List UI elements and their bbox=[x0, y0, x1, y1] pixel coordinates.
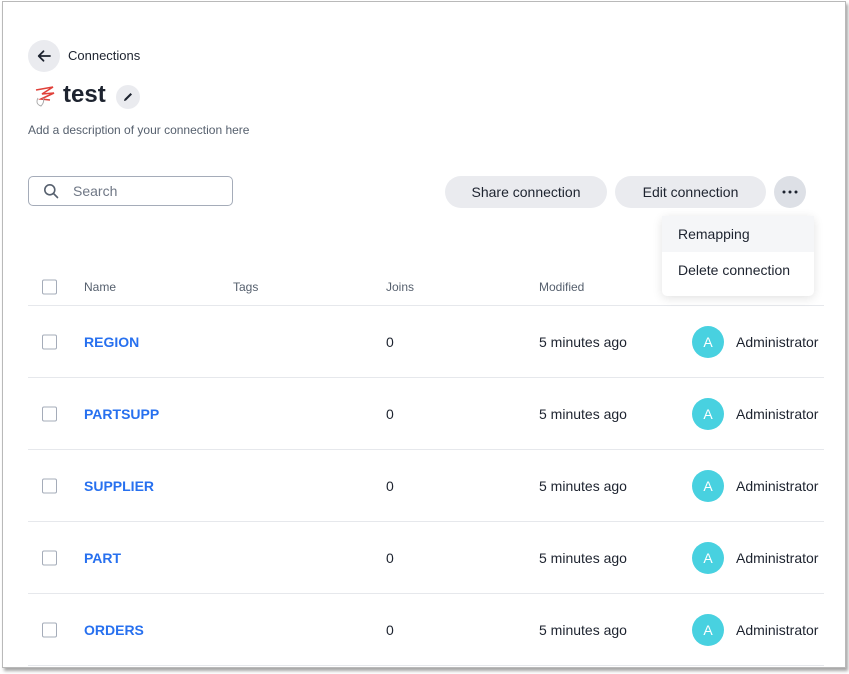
row-checkbox[interactable] bbox=[42, 478, 57, 493]
author-name: Administrator bbox=[736, 477, 819, 494]
table-row: SUPPLIER 0 5 minutes ago A Administrator bbox=[28, 450, 824, 522]
joins-count: 0 bbox=[386, 405, 394, 422]
author: A Administrator bbox=[692, 613, 819, 646]
author: A Administrator bbox=[692, 469, 819, 502]
table-row: PART 0 5 minutes ago A Administrator bbox=[28, 522, 824, 594]
sql-server-icon bbox=[35, 86, 55, 107]
table-name-link[interactable]: SUPPLIER bbox=[84, 478, 154, 494]
joins-count: 0 bbox=[386, 621, 394, 638]
connection-detail-page: Connections test Add a description of yo… bbox=[2, 1, 846, 668]
arrow-left-icon bbox=[37, 50, 51, 62]
column-header-modified[interactable]: Modified bbox=[539, 280, 584, 294]
menu-item-delete-connection[interactable]: Delete connection bbox=[662, 252, 814, 288]
tables-table: Name Tags Joins Modified REGION 0 5 minu… bbox=[28, 268, 824, 666]
joins-count: 0 bbox=[386, 549, 394, 566]
table-row: PARTSUPP 0 5 minutes ago A Administrator bbox=[28, 378, 824, 450]
column-header-name[interactable]: Name bbox=[84, 280, 116, 294]
search-box[interactable] bbox=[28, 176, 233, 206]
row-checkbox[interactable] bbox=[42, 334, 57, 349]
author-name: Administrator bbox=[736, 621, 819, 638]
table-row: REGION 0 5 minutes ago A Administrator bbox=[28, 306, 824, 378]
modified-time: 5 minutes ago bbox=[539, 549, 627, 566]
edit-name-button[interactable] bbox=[116, 85, 140, 109]
search-icon bbox=[44, 184, 59, 199]
table-name-link[interactable]: PARTSUPP bbox=[84, 406, 159, 422]
page-title: test bbox=[63, 81, 106, 108]
author-name: Administrator bbox=[736, 549, 819, 566]
joins-count: 0 bbox=[386, 333, 394, 350]
modified-time: 5 minutes ago bbox=[539, 333, 627, 350]
avatar: A bbox=[692, 325, 724, 358]
row-checkbox[interactable] bbox=[42, 622, 57, 637]
select-all-checkbox[interactable] bbox=[42, 279, 57, 294]
menu-item-remapping[interactable]: Remapping bbox=[662, 216, 814, 252]
edit-connection-button[interactable]: Edit connection bbox=[615, 176, 766, 208]
share-connection-button[interactable]: Share connection bbox=[445, 176, 607, 208]
table-name-link[interactable]: REGION bbox=[84, 334, 139, 350]
more-options-menu: Remapping Delete connection bbox=[662, 216, 814, 296]
back-button[interactable] bbox=[28, 40, 60, 72]
ellipsis-icon bbox=[782, 190, 798, 194]
breadcrumb[interactable]: Connections bbox=[68, 48, 140, 63]
row-checkbox[interactable] bbox=[42, 550, 57, 565]
modified-time: 5 minutes ago bbox=[539, 621, 627, 638]
pencil-icon bbox=[124, 93, 132, 101]
search-input[interactable] bbox=[71, 182, 225, 200]
table-name-link[interactable]: ORDERS bbox=[84, 622, 144, 638]
more-options-button[interactable] bbox=[774, 176, 806, 208]
column-header-joins[interactable]: Joins bbox=[386, 280, 414, 294]
avatar: A bbox=[692, 541, 724, 574]
table-row: ORDERS 0 5 minutes ago A Administrator bbox=[28, 594, 824, 666]
row-checkbox[interactable] bbox=[42, 406, 57, 421]
author: A Administrator bbox=[692, 397, 819, 430]
author: A Administrator bbox=[692, 325, 819, 358]
column-header-tags[interactable]: Tags bbox=[233, 280, 258, 294]
modified-time: 5 minutes ago bbox=[539, 477, 627, 494]
author-name: Administrator bbox=[736, 405, 819, 422]
joins-count: 0 bbox=[386, 477, 394, 494]
table-name-link[interactable]: PART bbox=[84, 550, 121, 566]
modified-time: 5 minutes ago bbox=[539, 405, 627, 422]
avatar: A bbox=[692, 469, 724, 502]
author: A Administrator bbox=[692, 541, 819, 574]
author-name: Administrator bbox=[736, 333, 819, 350]
avatar: A bbox=[692, 397, 724, 430]
connection-description[interactable]: Add a description of your connection her… bbox=[28, 123, 249, 137]
avatar: A bbox=[692, 613, 724, 646]
